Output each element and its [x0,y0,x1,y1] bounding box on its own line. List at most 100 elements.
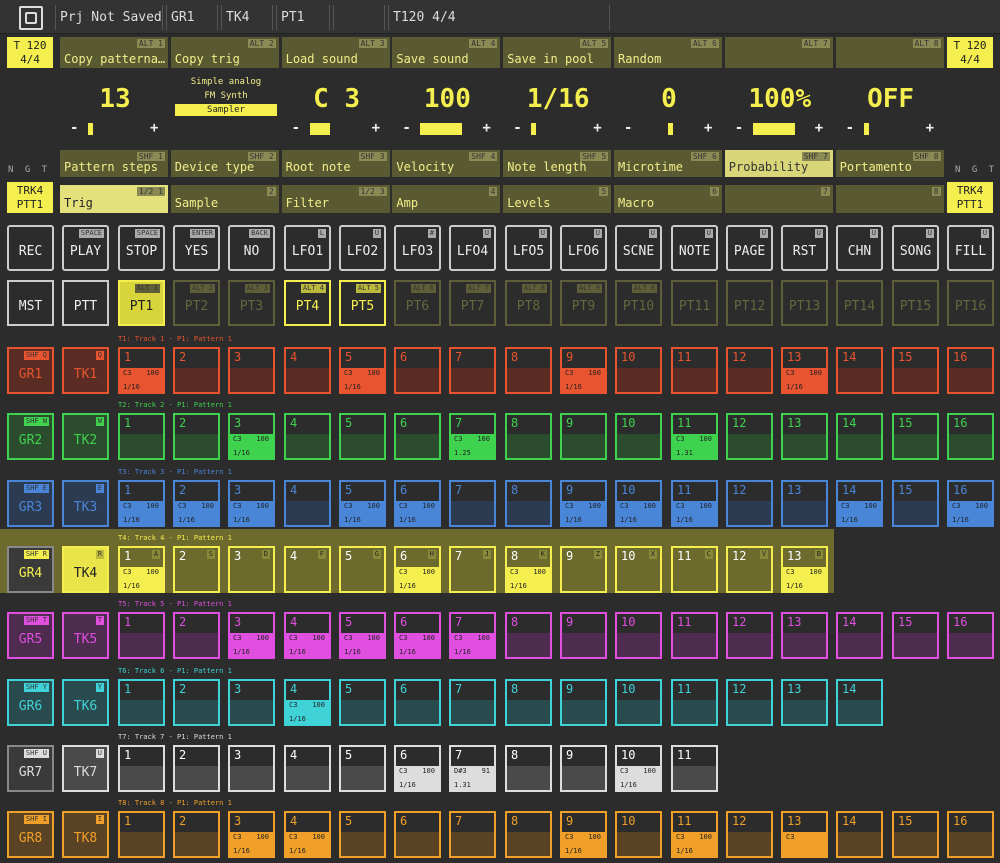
current-track[interactable]: TK4 [221,5,273,30]
step-button[interactable]: 11 [671,347,718,394]
page-tab-7[interactable]: 7 [724,185,833,213]
pattern-pt4-button[interactable]: ALT 4 PT4 [284,280,331,326]
step-button[interactable]: 13 [781,479,828,527]
step-button[interactable]: 5 [339,678,386,726]
step-button[interactable]: 6 C3 100 1/16 [394,744,441,792]
tempo-box-left[interactable]: T 120 4/4 [7,37,53,68]
step-button[interactable]: 9 C3 100 1/16 [560,479,607,527]
rst-button[interactable]: U RST [781,225,828,271]
group-button-gr8[interactable]: SHF I GR8 [7,811,54,859]
step-button[interactable]: 4 [284,479,331,527]
pattern-pt12-button[interactable]: PT12 [726,280,773,326]
step-button[interactable]: 6 C3 100 1/16 H [394,545,441,593]
step-button[interactable]: 4 C3 100 1/16 [284,612,331,660]
lfo5-button[interactable]: U LFO5 [505,225,552,271]
step-button[interactable]: 9 [560,678,607,726]
tempo-box-right[interactable]: T 120 4/4 [947,37,993,68]
lfo4-button[interactable]: U LFO4 [449,225,496,271]
page-tab-1[interactable]: 1/2 1 Trig [60,185,168,213]
step-button[interactable]: 4 [284,744,331,792]
step-button[interactable]: 8 [505,811,552,859]
top-empty-slot[interactable] [333,5,385,30]
step-button[interactable]: 1 [118,744,165,792]
step-button[interactable]: 11 C3 100 1/16 [671,479,718,527]
step-button[interactable]: 7 C3 100 1/16 [449,612,496,660]
page-tab-5[interactable]: 5 Levels [503,185,612,213]
note-button[interactable]: U NOTE [671,225,718,271]
step-button[interactable]: 14 [836,811,883,859]
step-button[interactable]: 16 [947,612,994,660]
track-box-left[interactable]: TRK4 PTT1 [7,182,53,213]
step-button[interactable]: 11 C3 100 1/16 [671,811,718,859]
step-button[interactable]: 10 C3 100 1/16 [615,479,662,527]
scne-button[interactable]: U SCNE [615,225,662,271]
lfo6-button[interactable]: U LFO6 [560,225,607,271]
step-button[interactable]: 8 [505,744,552,792]
step-button[interactable]: 10 [615,678,662,726]
pattern-pt5-button[interactable]: ALT 5 PT5 [339,280,386,326]
current-group[interactable]: GR1 [166,5,218,30]
step-button[interactable]: 9 [560,413,607,461]
shf-menu-8[interactable]: SHF 8 Portamento [835,150,944,177]
step-button[interactable]: 13 [781,612,828,660]
step-button[interactable]: 14 [836,413,883,461]
step-button[interactable]: 15 [892,811,939,859]
step-button[interactable]: 5 C3 100 1/16 [339,347,386,394]
step-button[interactable]: 9 C3 100 1/16 [560,347,607,394]
group-button-gr2[interactable]: SHF W GR2 [7,413,54,461]
step-button[interactable]: 4 C3 100 1/16 [284,678,331,726]
step-button[interactable]: 7 [449,479,496,527]
step-button[interactable]: 16 [947,413,994,461]
plus-icon[interactable]: + [150,120,158,136]
step-button[interactable]: 12 [726,479,773,527]
step-button[interactable]: 2 [173,413,220,461]
step-button[interactable]: 5 C3 100 1/16 [339,479,386,527]
pattern-pt11-button[interactable]: PT11 [671,280,718,326]
step-button[interactable]: 2 [173,347,220,394]
device-option-1[interactable]: Simple analog [175,76,277,88]
page-tab-4[interactable]: 4 Amp [392,185,501,213]
step-button[interactable]: 8 [505,413,552,461]
plus-icon[interactable]: + [593,120,601,136]
step-button[interactable]: 12 [726,612,773,660]
step-button[interactable]: 4F [284,545,331,593]
step-button[interactable]: 1 [118,612,165,660]
minus-icon[interactable]: - [846,120,854,136]
track-button-tk3[interactable]: E TK3 [62,479,109,527]
mst-button[interactable]: MST [7,280,54,326]
shf-menu-7[interactable]: SHF 7 Probability [724,150,833,177]
page-tab-3[interactable]: 1/2 3 Filter [281,185,390,213]
step-button[interactable]: 6 C3 100 1/16 [394,479,441,527]
step-button[interactable]: 8 [505,479,552,527]
track-button-tk2[interactable]: W TK2 [62,413,109,461]
step-button[interactable]: 2S [173,545,220,593]
step-button[interactable]: 14 [836,347,883,394]
param-slider-7[interactable]: - + [735,120,825,138]
step-button[interactable]: 2 [173,678,220,726]
step-button[interactable]: 14 [836,612,883,660]
pattern-pt15-button[interactable]: PT15 [892,280,939,326]
step-button[interactable]: 6 [394,413,441,461]
track-button-tk1[interactable]: Q TK1 [62,347,109,394]
step-button[interactable]: 1 [118,811,165,859]
pattern-pt1-button[interactable]: ALT 1 PT1 [118,280,165,326]
step-button[interactable]: 9Z [560,545,607,593]
step-button[interactable]: 7 [449,811,496,859]
pattern-pt9-button[interactable]: ALT 9 PT9 [560,280,607,326]
step-button[interactable]: 7 C3 100 1.25 [449,413,496,461]
yes-button[interactable]: ENTER YES [173,225,220,271]
alt-menu-7[interactable]: ALT 7 [724,37,833,68]
step-button[interactable]: 10 [615,413,662,461]
plus-icon[interactable]: + [482,120,490,136]
alt-menu-4[interactable]: ALT 4 Save sound [392,37,501,68]
page-button[interactable]: U PAGE [726,225,773,271]
track-button-tk7[interactable]: U TK7 [62,744,109,792]
plus-icon[interactable]: + [372,120,380,136]
shf-menu-2[interactable]: SHF 2 Device type [170,150,279,177]
alt-menu-6[interactable]: ALT 6 Random [614,37,722,68]
param-slider-8[interactable]: - + [846,120,936,138]
track-button-tk5[interactable]: T TK5 [62,612,109,660]
step-button[interactable]: 1 C3 100 1/16 [118,479,165,527]
minus-icon[interactable]: - [735,120,743,136]
shf-menu-1[interactable]: SHF 1 Pattern steps [60,150,168,177]
